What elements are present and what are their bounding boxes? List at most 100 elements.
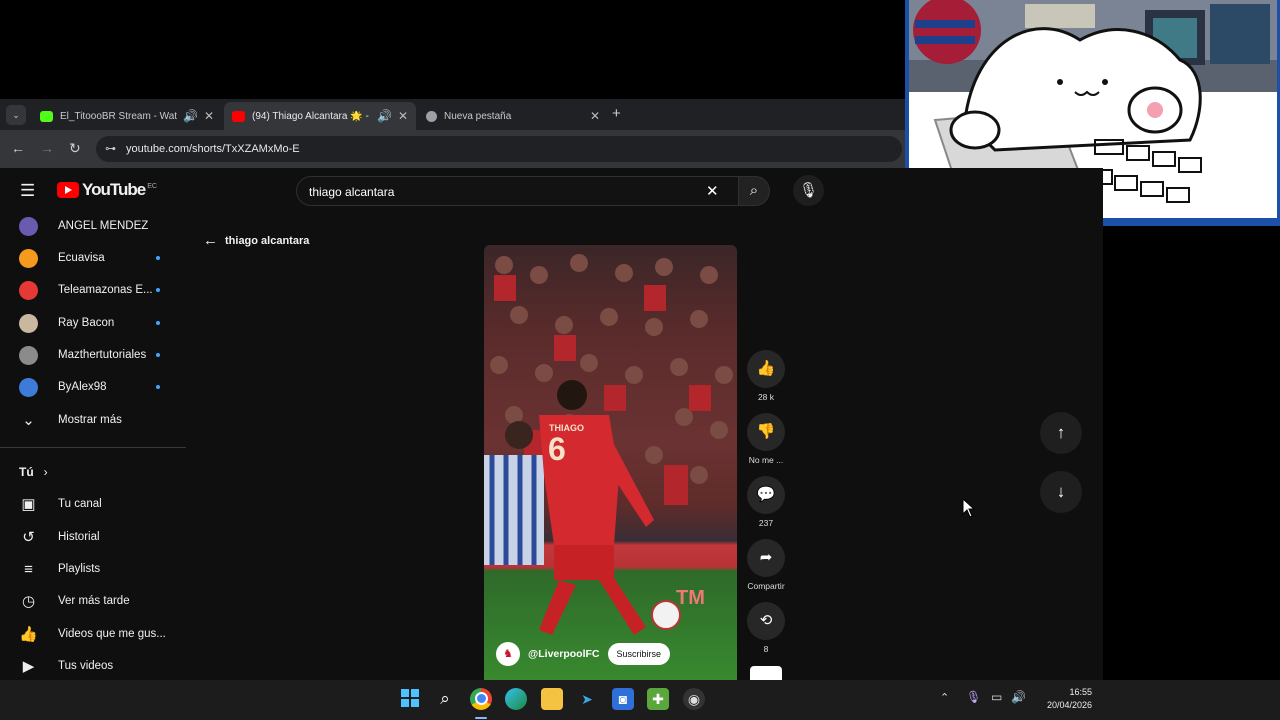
you-section-header[interactable]: Tú › — [19, 465, 48, 479]
microphone-tray-icon[interactable]: 🎙 — [966, 690, 981, 704]
sidebar-item-ecuavisa[interactable]: Ecuavisa — [0, 242, 186, 274]
sidebar-item-tu-canal[interactable]: ▣ Tu canal — [0, 488, 186, 520]
windows-start-icon[interactable] — [399, 688, 421, 710]
search-input[interactable] — [307, 181, 691, 203]
country-code: EC — [147, 182, 157, 190]
remix-count: 8 — [763, 644, 769, 654]
file-explorer-icon[interactable] — [541, 688, 563, 710]
sidebar-item-label: Tu canal — [58, 498, 102, 510]
microphone-icon: 🎙 — [798, 182, 819, 199]
forward-arrow-icon[interactable]: → — [40, 140, 54, 156]
sound-thumbnail[interactable] — [750, 666, 782, 680]
network-icon[interactable]: ▭ — [991, 690, 1002, 704]
search-box[interactable]: ✕ — [296, 176, 739, 206]
show-hidden-icons-icon[interactable]: ⌃ — [940, 691, 949, 704]
back-to-results[interactable]: ← thiago alcantara — [203, 232, 309, 249]
volume-icon[interactable]: 🔊 — [1011, 690, 1026, 704]
sidebar-item-byalex98[interactable]: ByAlex98 — [0, 371, 186, 403]
obs-icon[interactable]: ◉ — [683, 688, 705, 710]
chevron-down-icon: ⌄ — [22, 412, 35, 429]
game-icon[interactable]: ✚ — [647, 688, 669, 710]
reload-icon[interactable]: ↻ — [69, 140, 81, 157]
sidebar-item-ray-bacon[interactable]: Ray Bacon — [0, 307, 186, 339]
sidebar-item-label: Ver más tarde — [58, 595, 130, 607]
sidebar-item-teleamazonas[interactable]: Teleamazonas E... — [0, 274, 186, 306]
dislike-label: No me ... — [748, 455, 784, 465]
sidebar-divider — [0, 447, 186, 448]
you-section-label: Tú — [19, 465, 34, 479]
next-short-button[interactable]: ↓ — [1040, 471, 1082, 513]
sidebar-item-label: ByAlex98 — [58, 381, 107, 393]
sidebar-item-playlists[interactable]: ≡ Playlists — [0, 553, 186, 585]
speaker-icon: 🔊 — [182, 109, 198, 123]
taskbar-active-indicator — [475, 717, 487, 719]
tab-kick-stream[interactable]: El_TitoooBR Stream - Watc 🔊 ✕ — [32, 102, 222, 130]
arrow-left-icon: ← — [203, 232, 218, 249]
clear-search-icon[interactable]: ✕ — [706, 182, 719, 200]
tab-new-tab[interactable]: Nueva pestaña ✕ — [418, 102, 608, 130]
clock-time: 16:55 — [1069, 687, 1092, 697]
telegram-icon[interactable]: ➤ — [576, 688, 598, 710]
edge-icon[interactable] — [505, 688, 527, 710]
account-box-icon: ▣ — [21, 496, 36, 513]
arrow-down-icon: ↓ — [1056, 482, 1066, 501]
share-action[interactable]: ➦ Compartir — [747, 539, 785, 591]
sidebar-item-label: Mazthertutoriales — [58, 349, 147, 361]
arrow-up-icon: ↑ — [1056, 423, 1066, 442]
youtube-sidebar: ☰ YouTube EC ANGEL MENDEZ Ecuavisa Telea… — [0, 168, 186, 680]
close-tab-icon[interactable]: ✕ — [398, 109, 408, 123]
sidebar-item-videos-gustados[interactable]: 👍 Videos que me gus... — [0, 618, 186, 650]
sidebar-item-label: Ray Bacon — [58, 317, 115, 329]
short-video-player[interactable]: THIAGO 6 TM ♞ @LiverpoolFC Suscribirse — [484, 245, 737, 680]
channel-name[interactable]: @LiverpoolFC — [528, 648, 600, 660]
sidebar-item-ver-mas-tarde[interactable]: ◷ Ver más tarde — [0, 585, 186, 617]
site-info-icon[interactable]: ⊶ — [105, 136, 116, 162]
search-icon: ⌕ — [749, 182, 759, 199]
sidebar-item-label: Historial — [58, 531, 100, 543]
menu-icon[interactable]: ☰ — [20, 181, 35, 201]
mouse-cursor-icon — [962, 498, 976, 518]
share-icon[interactable]: ➦ — [747, 539, 785, 577]
comment-icon[interactable]: 💬 — [747, 476, 785, 514]
clock[interactable]: 16:55 20/04/2026 — [1030, 686, 1092, 712]
chrome-icon[interactable] — [470, 688, 492, 710]
tab-title: Nueva pestaña — [444, 110, 512, 122]
close-tab-icon[interactable]: ✕ — [590, 109, 600, 123]
youtube-icon — [232, 110, 245, 122]
previous-short-button[interactable]: ↑ — [1040, 412, 1082, 454]
like-action[interactable]: 👍 28 k — [747, 350, 785, 402]
sidebar-item-mazthertutoriales[interactable]: Mazthertutoriales — [0, 339, 186, 371]
url-text: youtube.com/shorts/TxXZAMxMo-E — [126, 143, 300, 155]
subscribe-button[interactable]: Suscribirse — [607, 643, 671, 665]
avatar — [19, 280, 38, 300]
dislike-action[interactable]: 👎 No me ... — [747, 413, 785, 465]
tab-youtube-short[interactable]: (94) Thiago Alcantara 🌟 - 🔊 ✕ — [224, 102, 416, 130]
like-icon[interactable]: 👍 — [747, 350, 785, 388]
dislike-icon[interactable]: 👎 — [747, 413, 785, 451]
url-field[interactable]: ⊶ youtube.com/shorts/TxXZAMxMo-E — [96, 136, 902, 162]
sidebar-item-historial[interactable]: ↺ Historial — [0, 521, 186, 553]
remix-action[interactable]: ⟲ 8 — [747, 602, 785, 654]
youtube-logo[interactable]: YouTube EC — [57, 180, 157, 200]
browser-tab-bar: ⌄ El_TitoooBR Stream - Watc 🔊 ✕ (94) Thi… — [0, 99, 905, 130]
show-more-button[interactable]: ⌄ Mostrar más — [0, 404, 186, 436]
voice-search-button[interactable]: 🎙 — [793, 175, 824, 206]
comment-action[interactable]: 💬 237 — [747, 476, 785, 528]
search-button[interactable]: ⌕ — [738, 176, 770, 206]
player-number: 6 — [548, 431, 566, 467]
sidebar-item-tus-videos[interactable]: ▶ Tus videos — [0, 650, 186, 682]
clock-icon: ◷ — [21, 593, 36, 610]
new-content-dot — [156, 385, 160, 389]
close-tab-icon[interactable]: ✕ — [204, 109, 214, 123]
tab-search-button[interactable]: ⌄ — [6, 105, 26, 125]
playlist-icon: ≡ — [24, 560, 33, 578]
chrome-icon — [426, 110, 437, 122]
channel-avatar[interactable]: ♞ — [496, 642, 520, 666]
search-icon[interactable]: ⌕ — [434, 688, 456, 710]
back-arrow-icon[interactable]: ← — [11, 140, 25, 156]
sidebar-item-angel-mendez[interactable]: ANGEL MENDEZ — [0, 210, 186, 242]
steam-icon[interactable]: ◙ — [612, 688, 634, 710]
avatar — [19, 216, 38, 236]
new-tab-button[interactable]: + — [612, 105, 621, 122]
remix-icon[interactable]: ⟲ — [747, 602, 785, 640]
